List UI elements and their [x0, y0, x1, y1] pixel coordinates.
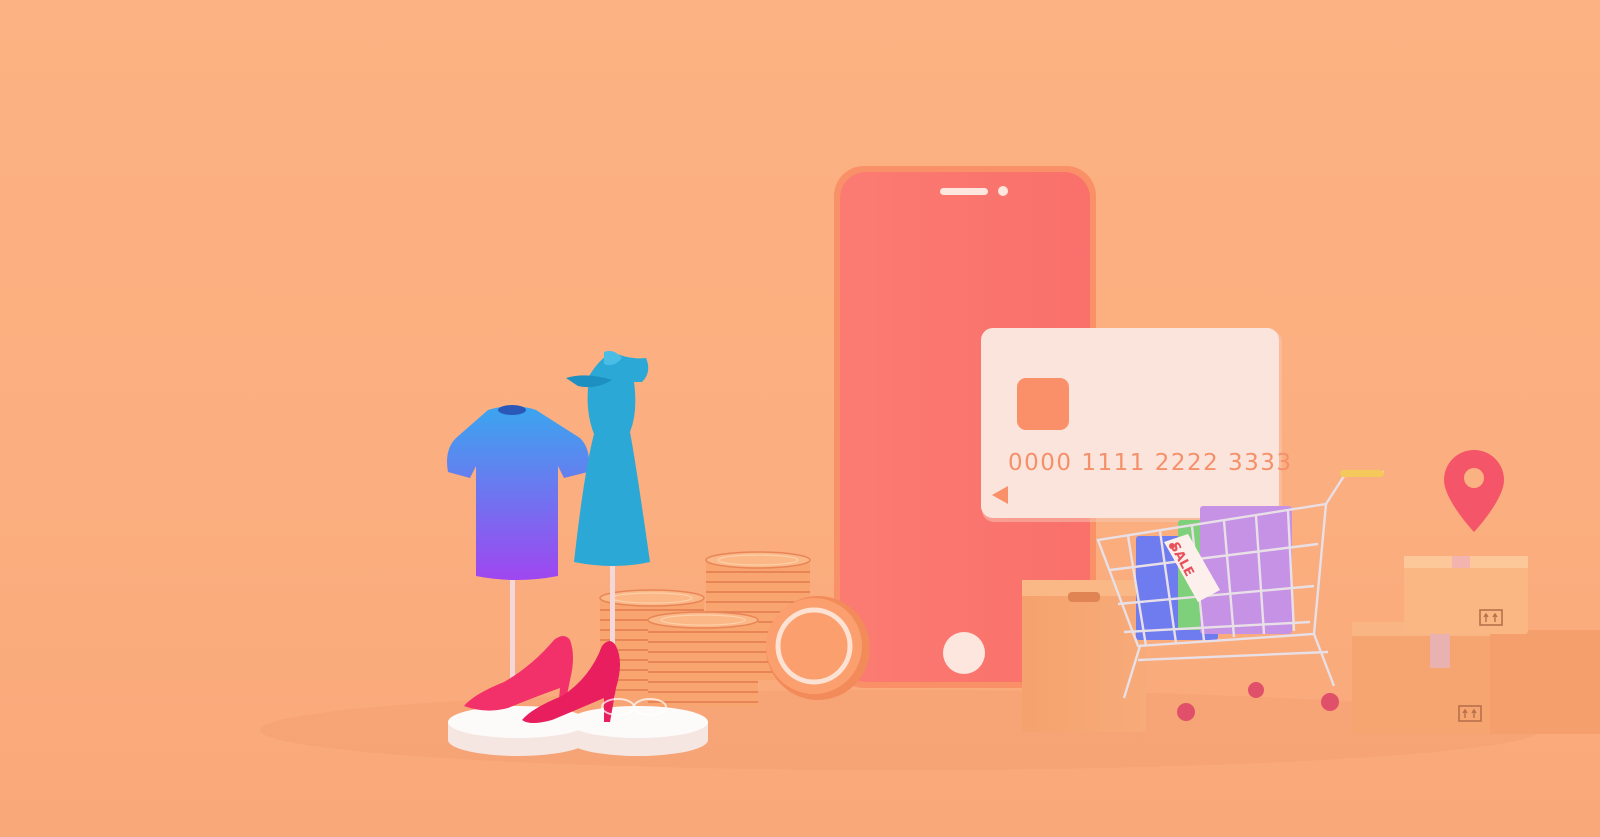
- standing-coin: [766, 596, 870, 700]
- phone-speaker: [940, 188, 988, 195]
- ecommerce-illustration: 0000 1111 2222 3333 SALE: [0, 0, 1600, 837]
- phone-camera: [998, 186, 1008, 196]
- cardboard-box-icon: [1352, 622, 1492, 734]
- cart-wheel: [1177, 703, 1195, 721]
- cart-wheel: [1321, 693, 1339, 711]
- cardboard-box-stack: [1352, 556, 1600, 734]
- card-number: 0000 1111 2222 3333: [1008, 450, 1293, 476]
- card-chip: [1017, 378, 1069, 430]
- credit-card-icon: [981, 328, 1282, 522]
- location-pin-icon: [1444, 450, 1504, 532]
- cart-wheel: [1248, 682, 1264, 698]
- cart-handle: [1340, 470, 1384, 477]
- cardboard-box-icon: [1490, 630, 1600, 734]
- shopping-bag-purple: [1200, 506, 1292, 634]
- illustration-canvas: [260, 166, 1600, 770]
- phone-home-button: [943, 632, 985, 674]
- coin-stack-icon: [599, 551, 870, 706]
